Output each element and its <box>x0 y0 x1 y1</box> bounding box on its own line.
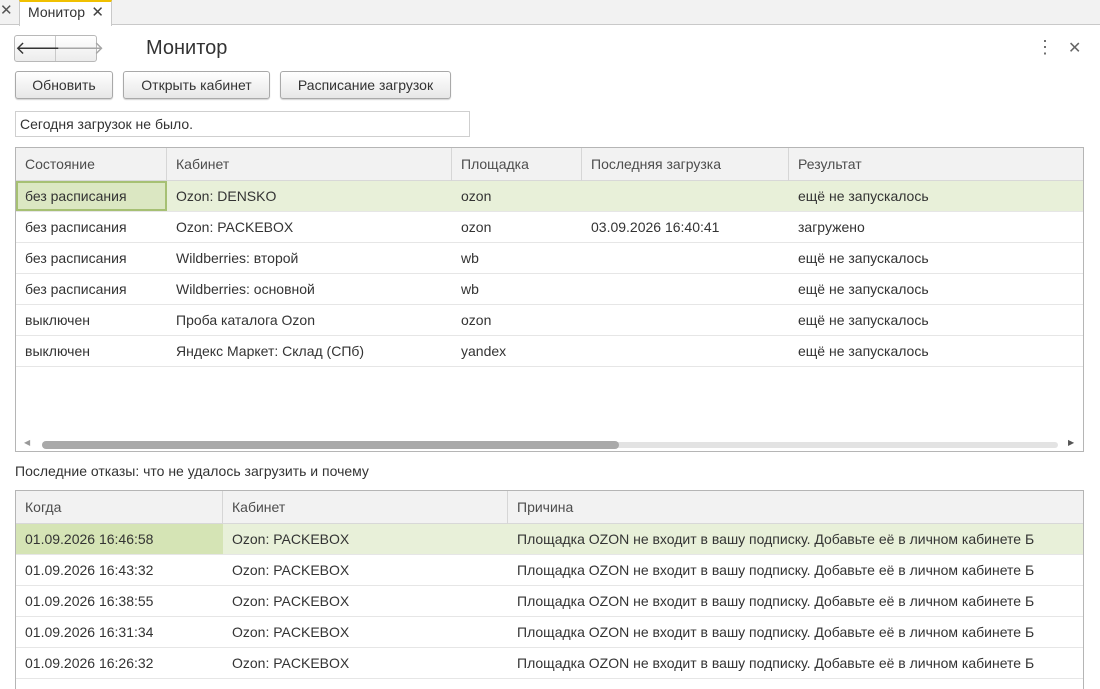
table-row[interactable]: 01.09.2026 16:31:34 Ozon: PACKEBOX Площа… <box>16 617 1083 648</box>
forward-arrow-icon[interactable]: 🡒 <box>56 36 104 61</box>
cell-last-load[interactable] <box>582 305 789 335</box>
cell-state[interactable]: без расписания <box>16 181 167 211</box>
cell-last-load[interactable] <box>582 336 789 366</box>
tab-strip: ✕ Монитор ✕ <box>0 0 1100 26</box>
cell-platform[interactable]: wb <box>452 243 582 273</box>
cell-cabinet[interactable]: Ozon: PACKEBOX <box>223 524 508 554</box>
cell-reason[interactable]: Площадка OZON не входит в вашу подписку.… <box>508 648 1083 678</box>
table-header: Состояние Кабинет Площадка Последняя заг… <box>16 148 1083 181</box>
table-row[interactable]: выключен Яндекс Маркет: Склад (СПб) yand… <box>16 336 1083 367</box>
table-row[interactable]: без расписания Ozon: PACKEBOX ozon 03.09… <box>16 212 1083 243</box>
cell-cabinet[interactable]: Ozon: DENSKO <box>167 181 452 211</box>
cell-cabinet[interactable]: Ozon: PACKEBOX <box>223 617 508 647</box>
failures-table[interactable]: Когда Кабинет Причина 01.09.2026 16:46:5… <box>15 490 1084 689</box>
scroll-right-icon[interactable]: ▶ <box>1068 438 1074 447</box>
cell-cabinet[interactable]: Ozon: PACKEBOX <box>167 212 452 242</box>
cell-platform[interactable]: ozon <box>452 305 582 335</box>
column-header-reason[interactable]: Причина <box>508 491 1083 524</box>
cell-result[interactable]: ещё не запускалось <box>789 181 1083 211</box>
cell-reason[interactable]: Площадка OZON не входит в вашу подписку.… <box>508 617 1083 647</box>
status-field: Сегодня загрузок не было. <box>15 111 470 137</box>
table-header: Когда Кабинет Причина <box>16 491 1083 524</box>
cell-state[interactable]: без расписания <box>16 212 167 242</box>
cell-cabinet[interactable]: Ozon: PACKEBOX <box>223 555 508 585</box>
cell-state[interactable]: выключен <box>16 336 167 366</box>
cell-cabinet[interactable]: Ozon: PACKEBOX <box>223 648 508 678</box>
column-header-last-load[interactable]: Последняя загрузка <box>582 148 789 181</box>
refresh-button[interactable]: Обновить <box>15 71 113 99</box>
table-row[interactable]: 01.09.2026 16:43:32 Ozon: PACKEBOX Площа… <box>16 555 1083 586</box>
cell-result[interactable]: ещё не запускалось <box>789 336 1083 366</box>
cell-platform[interactable]: yandex <box>452 336 582 366</box>
cell-state[interactable]: без расписания <box>16 243 167 273</box>
table-row[interactable]: без расписания Ozon: DENSKO ozon ещё не … <box>16 181 1083 212</box>
table-row[interactable]: 01.09.2026 16:46:58 Ozon: PACKEBOX Площа… <box>16 524 1083 555</box>
table-row[interactable]: без расписания Wildberries: основной wb … <box>16 274 1083 305</box>
cell-last-load[interactable] <box>582 181 789 211</box>
table-row[interactable]: без расписания Wildberries: второй wb ещ… <box>16 243 1083 274</box>
scroll-left-icon[interactable]: ◀ <box>24 438 30 447</box>
cell-result[interactable]: ещё не запускалось <box>789 243 1083 273</box>
column-header-when[interactable]: Когда <box>16 491 223 524</box>
schedule-button[interactable]: Расписание загрузок <box>280 71 451 99</box>
tab-monitor[interactable]: Монитор ✕ <box>19 0 112 26</box>
cell-result[interactable]: загружено <box>789 212 1083 242</box>
cell-state[interactable]: без расписания <box>16 274 167 304</box>
cell-cabinet[interactable]: Яндекс Маркет: Склад (СПб) <box>167 336 452 366</box>
cell-last-load[interactable] <box>582 243 789 273</box>
cell-state[interactable]: выключен <box>16 305 167 335</box>
cell-when[interactable]: 01.09.2026 16:43:32 <box>16 555 223 585</box>
cell-platform[interactable]: ozon <box>452 181 582 211</box>
tab-close-icon[interactable]: ✕ <box>91 2 104 23</box>
cell-when[interactable]: 01.09.2026 16:46:58 <box>16 524 223 554</box>
column-header-platform[interactable]: Площадка <box>452 148 582 181</box>
cell-when[interactable]: 01.09.2026 16:26:32 <box>16 648 223 678</box>
cell-reason[interactable]: Площадка OZON не входит в вашу подписку.… <box>508 524 1083 554</box>
column-header-state[interactable]: Состояние <box>16 148 167 181</box>
table-row[interactable]: выключен Проба каталога Ozon ozon ещё не… <box>16 305 1083 336</box>
cell-reason[interactable]: Площадка OZON не входит в вашу подписку.… <box>508 555 1083 585</box>
cell-cabinet[interactable]: Wildberries: второй <box>167 243 452 273</box>
cell-platform[interactable]: wb <box>452 274 582 304</box>
tab-label: Монитор <box>28 4 85 20</box>
open-cabinet-button[interactable]: Открыть кабинет <box>123 71 270 99</box>
cell-when[interactable]: 01.09.2026 16:31:34 <box>16 617 223 647</box>
table-row[interactable]: 01.09.2026 16:38:55 Ozon: PACKEBOX Площа… <box>16 586 1083 617</box>
cell-platform[interactable]: ozon <box>452 212 582 242</box>
back-arrow-icon[interactable]: 🡐 <box>15 36 63 61</box>
cell-result[interactable]: ещё не запускалось <box>789 274 1083 304</box>
page-title: Монитор <box>146 37 228 59</box>
cell-reason[interactable]: Площадка OZON не входит в вашу подписку.… <box>508 586 1083 616</box>
cell-cabinet[interactable]: Wildberries: основной <box>167 274 452 304</box>
cell-last-load[interactable]: 03.09.2026 16:40:41 <box>582 212 789 242</box>
table-row[interactable]: 01.09.2026 16:26:32 Ozon: PACKEBOX Площа… <box>16 648 1083 679</box>
horizontal-scrollbar[interactable]: ◀ ▶ <box>16 437 1083 451</box>
column-header-result[interactable]: Результат <box>789 148 1083 181</box>
close-icon[interactable]: ✕ <box>0 1 13 19</box>
cell-when[interactable]: 01.09.2026 16:38:55 <box>16 586 223 616</box>
column-header-cabinet[interactable]: Кабинет <box>167 148 452 181</box>
cell-last-load[interactable] <box>582 274 789 304</box>
column-header-cabinet[interactable]: Кабинет <box>223 491 508 524</box>
navigation-buttons: 🡐 🡒 <box>14 35 104 62</box>
close-window-icon[interactable]: ✕ <box>1068 38 1081 58</box>
cell-cabinet[interactable]: Проба каталога Ozon <box>167 305 452 335</box>
scrollbar-thumb[interactable] <box>42 441 619 449</box>
cell-cabinet[interactable]: Ozon: PACKEBOX <box>223 586 508 616</box>
more-vertical-icon[interactable]: ⋮ <box>1036 37 1054 57</box>
schedule-table[interactable]: Состояние Кабинет Площадка Последняя заг… <box>15 147 1084 452</box>
failures-caption: Последние отказы: что не удалось загрузи… <box>15 463 369 479</box>
cell-result[interactable]: ещё не запускалось <box>789 305 1083 335</box>
